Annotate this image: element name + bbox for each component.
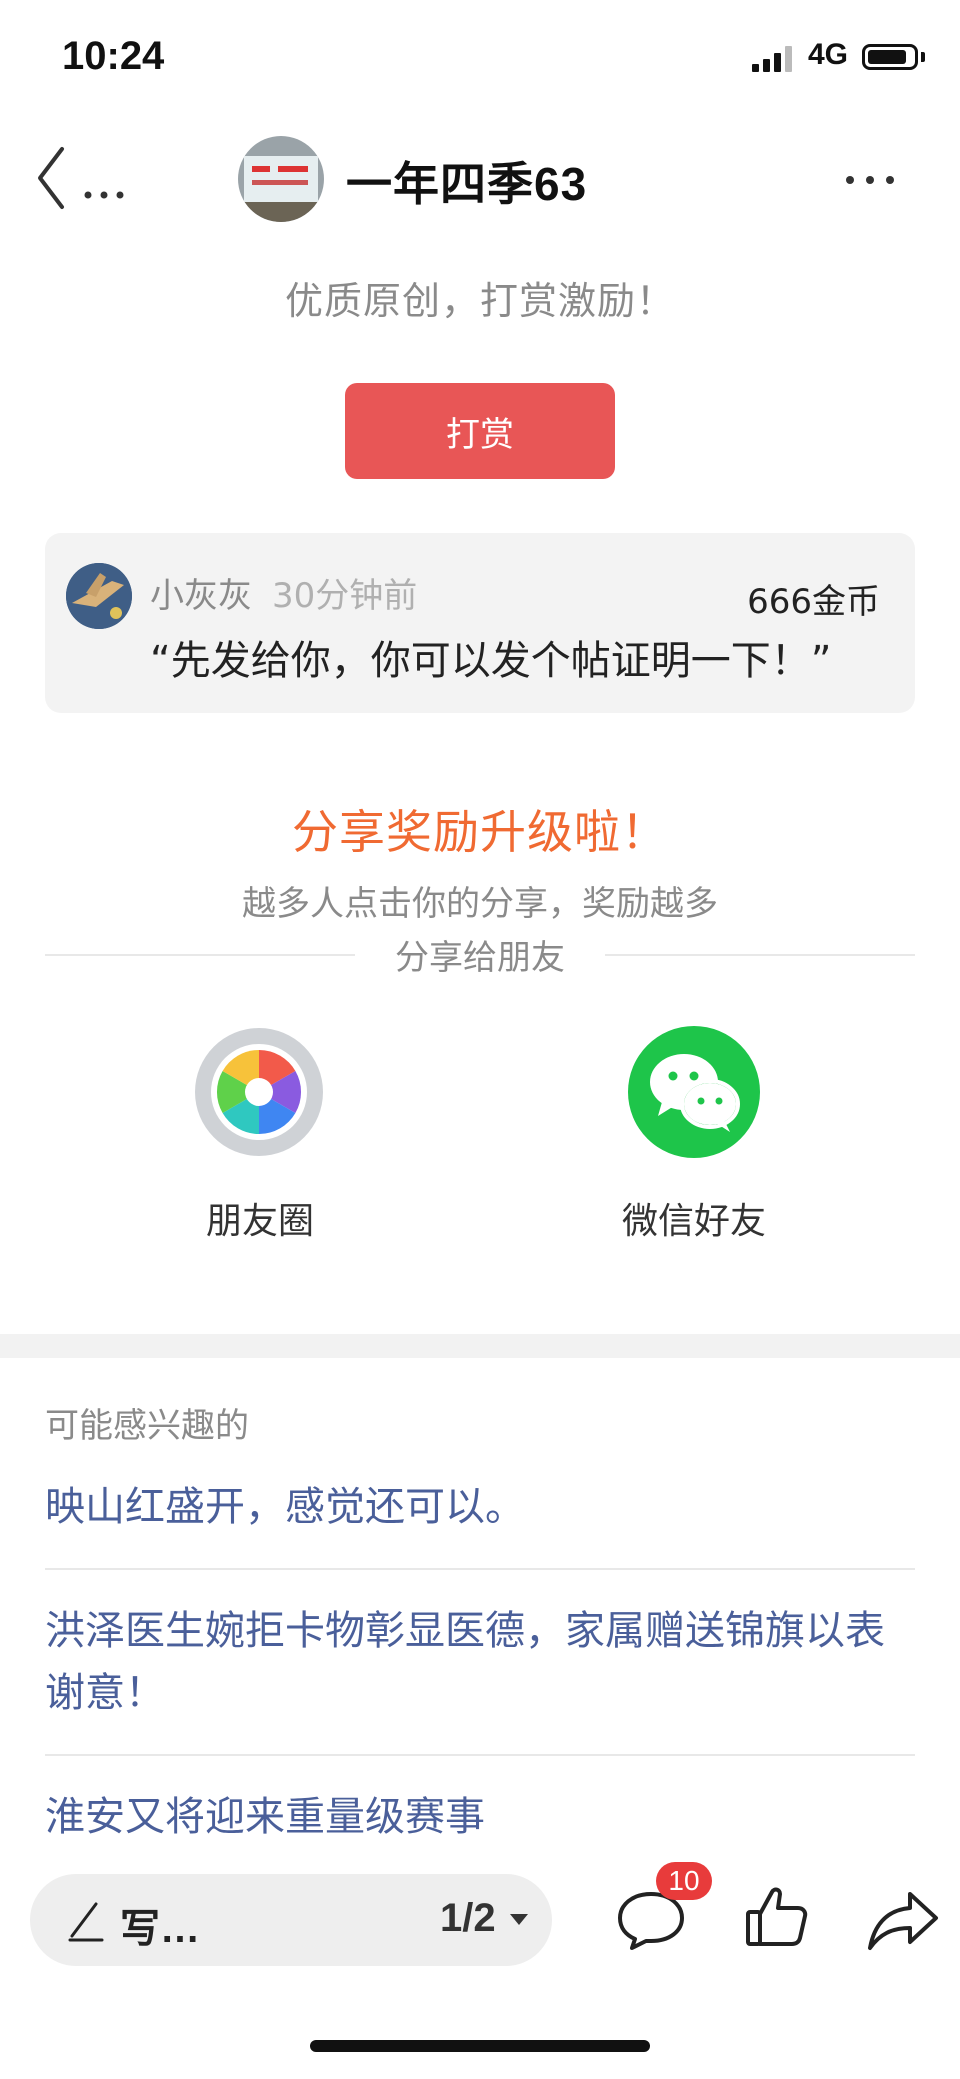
caret-down-icon[interactable]: [510, 1914, 528, 1925]
signal-icon: [752, 46, 792, 72]
tipper-avatar[interactable]: [66, 563, 132, 629]
tagline: 优质原创，打赏激励！: [284, 279, 675, 323]
thumbs-up-icon[interactable]: [744, 1884, 810, 1950]
tip-amount: 666金币: [747, 582, 880, 622]
moments-camera-icon[interactable]: [195, 1028, 323, 1156]
home-indicator: [310, 2040, 650, 2052]
share-reward-title: 分享奖励升级啦！: [292, 805, 668, 859]
share-moments-label[interactable]: 朋友圈: [170, 1192, 350, 1244]
back-button[interactable]: [30, 145, 140, 215]
comment-input-placeholder[interactable]: 写…: [120, 1896, 200, 1954]
page-indicator[interactable]: 1/2: [440, 1896, 496, 1941]
article-link[interactable]: 洪泽医生婉拒卡物彰显医德，家属赠送锦旗以表谢意！: [45, 1600, 915, 1724]
tip-button-label: 打赏: [446, 414, 514, 455]
share-arrow-icon[interactable]: [866, 1888, 940, 1952]
author-avatar[interactable]: [238, 136, 324, 222]
share-reward-subtitle: 越多人点击你的分享，奖励越多: [242, 884, 718, 924]
article-divider: [45, 1754, 915, 1756]
tip-record-card: [45, 533, 915, 713]
tip-message: “先发给你，你可以发个帖证明一下！”: [150, 638, 832, 684]
share-wechat-friend-label[interactable]: 微信好友: [594, 1192, 794, 1244]
share-to-friends-label: 分享给朋友: [395, 938, 565, 978]
more-options-icon[interactable]: [840, 160, 900, 200]
interest-heading: 可能感兴趣的: [45, 1406, 249, 1446]
article-divider: [45, 1568, 915, 1570]
tip-time: 30分钟前: [272, 576, 418, 616]
wechat-icon[interactable]: [628, 1026, 760, 1158]
pen-icon: [68, 1902, 104, 1942]
article-link[interactable]: 映山红盛开，感觉还可以。: [45, 1476, 915, 1538]
battery-icon: [862, 44, 918, 70]
network-type: 4G: [808, 38, 849, 71]
comment-count-badge: 10: [656, 1862, 712, 1900]
tipper-name[interactable]: 小灰灰: [150, 568, 252, 617]
article-link[interactable]: 淮安又将迎来重量级赛事: [45, 1786, 915, 1848]
battery-tip: [921, 52, 925, 62]
section-separator: [0, 1334, 960, 1358]
status-time: 10:24: [62, 34, 165, 78]
tip-button[interactable]: 打赏: [345, 383, 615, 479]
author-name[interactable]: 一年四季63: [346, 148, 587, 214]
